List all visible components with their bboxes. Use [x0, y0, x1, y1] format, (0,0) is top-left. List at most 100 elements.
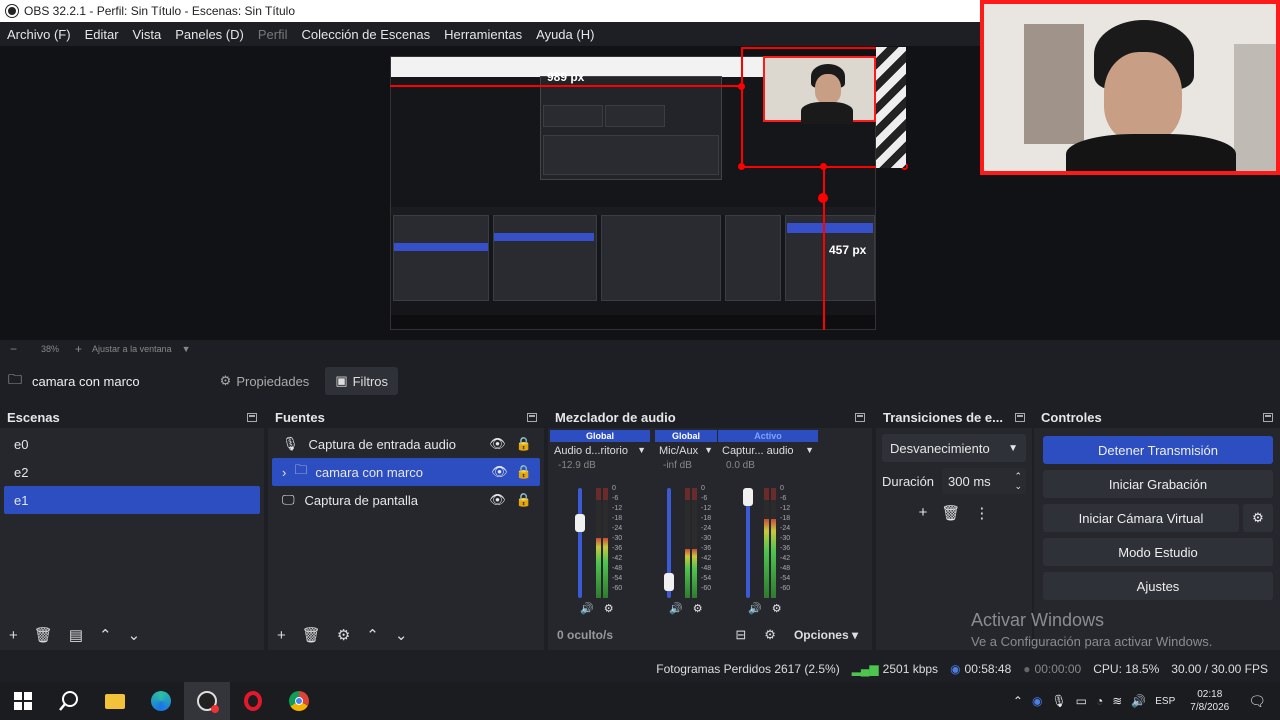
mixer-channel-name[interactable]: Mic/Aux ▼	[655, 442, 717, 460]
wifi-icon[interactable]: ≋	[1112, 694, 1122, 708]
chrome-icon[interactable]	[276, 682, 322, 720]
windows-start-icon[interactable]	[0, 682, 46, 720]
add-icon[interactable]: +	[9, 627, 18, 644]
meter-tick-label: -36	[612, 545, 623, 552]
tray-network-icon[interactable]: ◔	[1096, 694, 1103, 708]
eye-icon[interactable]: 👁	[489, 436, 506, 452]
tray-app-icon[interactable]: ◉	[1032, 694, 1042, 708]
mixer-channel-name[interactable]: Audio d...ritorio ▼	[550, 442, 650, 460]
meter-scale: 0 -6 -12 -18 -24 -30 -36 -42 -48 -54 -60	[701, 484, 711, 594]
obs-taskbar-icon[interactable]	[184, 682, 230, 720]
start-virtual-camera-button[interactable]: Iniciar Cámara Virtual	[1043, 504, 1239, 532]
stop-stream-button[interactable]: Detener Transmisión	[1043, 436, 1273, 464]
resize-handle[interactable]	[818, 193, 828, 203]
volume-slider-knob[interactable]	[575, 513, 585, 532]
lock-icon[interactable]: 🔒	[516, 464, 532, 480]
menu-editar[interactable]: Editar	[85, 27, 119, 42]
undock-icon[interactable]	[1015, 412, 1025, 422]
spin-arrows-icon[interactable]: ⌃ ⌄	[1014, 471, 1022, 491]
input-language[interactable]: ESP	[1155, 696, 1175, 707]
move-up-icon[interactable]: ⌃	[366, 626, 379, 644]
trash-icon[interactable]: 🗑	[34, 626, 53, 644]
meter-tick-label: 0	[780, 485, 784, 492]
undock-icon[interactable]	[855, 412, 865, 422]
chevron-down-icon[interactable]: ▼	[805, 445, 814, 457]
notifications-icon[interactable]: 🗨	[1248, 693, 1266, 710]
scene-item[interactable]: e0	[4, 430, 260, 458]
source-item[interactable]: 🎙 Captura de entrada audio 👁 🔒	[272, 430, 540, 458]
expand-arrow-icon[interactable]: ›	[282, 465, 286, 480]
obs-logo-icon	[6, 5, 18, 17]
move-down-icon[interactable]: ⌄	[128, 626, 141, 644]
edge-icon[interactable]	[138, 682, 184, 720]
tray-chevron-up-icon[interactable]: ⌃	[1013, 694, 1023, 708]
menu-vista[interactable]: Vista	[133, 27, 162, 42]
resize-handle[interactable]	[738, 83, 745, 90]
add-icon[interactable]: +	[919, 504, 928, 522]
trash-icon[interactable]: 🗑	[302, 626, 321, 644]
mixer-channel-name[interactable]: Captur... audio ▼	[718, 442, 818, 460]
undock-icon[interactable]	[1263, 412, 1273, 422]
chevron-down-icon[interactable]: ▼	[182, 344, 191, 354]
chevron-down-icon[interactable]: ▼	[637, 445, 646, 457]
audio-settings-icon[interactable]: ⚙	[604, 602, 614, 615]
add-icon[interactable]: +	[277, 627, 286, 644]
audio-settings-icon[interactable]: ⚙	[693, 602, 703, 615]
search-icon[interactable]	[46, 682, 92, 720]
transition-select[interactable]: Desvanecimiento ▼	[882, 434, 1026, 462]
properties-button[interactable]: ⚙ Propiedades	[210, 367, 320, 395]
volume-slider-track[interactable]	[578, 488, 582, 598]
menu-paneles[interactable]: Paneles (D)	[175, 27, 244, 42]
opera-icon[interactable]	[230, 682, 276, 720]
resize-handle[interactable]	[820, 163, 827, 170]
meter-tick-label: -24	[780, 525, 791, 532]
eye-icon[interactable]: 👁	[491, 464, 508, 480]
gear-icon[interactable]: ⚙	[337, 626, 350, 644]
layout-icon[interactable]: ⊟	[735, 627, 746, 643]
filters-icon[interactable]: ▤	[69, 626, 83, 644]
volume-icon[interactable]: 🔊	[1131, 694, 1146, 708]
source-item[interactable]: › 🗀 camara con marco 👁 🔒	[272, 458, 540, 486]
meter-scale: 0 -6 -12 -18 -24 -30 -36 -42 -48 -54 -60	[780, 484, 790, 594]
settings-button[interactable]: Ajustes	[1043, 572, 1273, 600]
file-explorer-icon[interactable]	[92, 682, 138, 720]
scene-item[interactable]: e2	[4, 458, 260, 486]
menu-ayuda[interactable]: Ayuda (H)	[536, 27, 594, 42]
mute-icon[interactable]: 🔊	[580, 602, 594, 615]
move-up-icon[interactable]: ⌃	[99, 626, 112, 644]
lock-icon[interactable]: 🔒	[516, 436, 532, 452]
mute-icon[interactable]: 🔊	[748, 602, 762, 615]
clock[interactable]: 02:18 7/8/2026	[1190, 688, 1229, 714]
filters-button[interactable]: ▣ Filtros	[325, 367, 398, 395]
volume-slider-knob[interactable]	[664, 572, 674, 591]
mixer-options-button[interactable]: Opciones ▾	[794, 628, 858, 642]
move-down-icon[interactable]: ⌄	[395, 626, 408, 644]
studio-mode-button[interactable]: Modo Estudio	[1043, 538, 1273, 566]
duration-input[interactable]: 300 ms ⌃ ⌄	[942, 468, 1026, 494]
source-item[interactable]: 🖵 Captura de pantalla 👁 🔒	[272, 486, 540, 514]
chevron-down-icon[interactable]: ▼	[704, 445, 713, 457]
eye-icon[interactable]: 👁	[489, 492, 506, 508]
webcam-preview-small[interactable]	[763, 56, 876, 124]
undock-icon[interactable]	[247, 412, 257, 422]
fit-window-label[interactable]: Ajustar a la ventana	[92, 344, 172, 354]
start-recording-button[interactable]: Iniciar Grabación	[1043, 470, 1273, 498]
zoom-in-button[interactable]: +	[75, 342, 82, 356]
tray-microphone-icon[interactable]: 🎙	[1051, 694, 1066, 708]
tray-app-icon[interactable]: ▭	[1076, 694, 1087, 708]
menu-archivo[interactable]: Archivo (F)	[7, 27, 71, 42]
mute-icon[interactable]: 🔊	[669, 602, 683, 615]
more-vertical-icon[interactable]: ⋮	[974, 504, 989, 522]
volume-slider-knob[interactable]	[743, 488, 753, 506]
zoom-out-button[interactable]: −	[10, 342, 17, 356]
resize-handle[interactable]	[738, 163, 745, 170]
trash-icon[interactable]: 🗑	[941, 504, 960, 522]
undock-icon[interactable]	[527, 412, 537, 422]
virtual-camera-settings-button[interactable]: ⚙	[1243, 504, 1273, 532]
settings-icon[interactable]: ⚙	[764, 627, 776, 643]
menu-coleccion-escenas[interactable]: Colección de Escenas	[301, 27, 430, 42]
lock-icon[interactable]: 🔒	[516, 492, 532, 508]
scene-item[interactable]: e1	[4, 486, 260, 514]
audio-settings-icon[interactable]: ⚙	[772, 602, 782, 615]
menu-herramientas[interactable]: Herramientas	[444, 27, 522, 42]
